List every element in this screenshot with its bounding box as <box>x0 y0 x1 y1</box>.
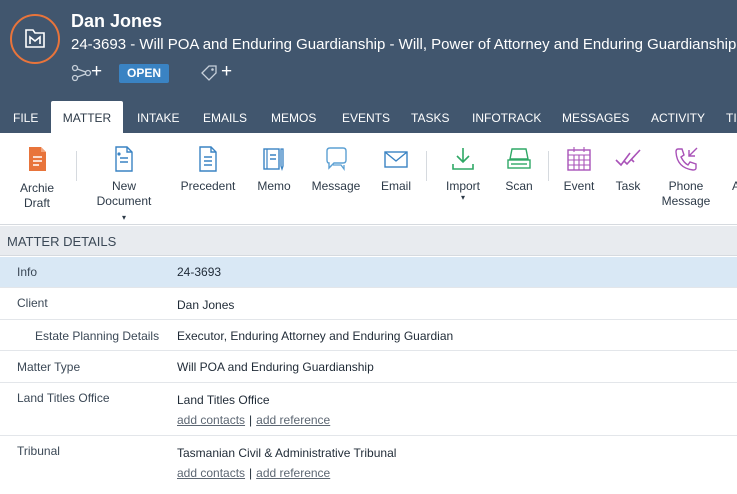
detail-value: Dan Jones <box>177 298 235 312</box>
precedent-button[interactable]: Precedent <box>177 133 239 225</box>
client-name: Dan Jones <box>71 11 163 31</box>
detail-links: add contacts | add reference <box>177 466 330 480</box>
email-icon <box>384 151 408 168</box>
phone-message-button[interactable]: Phone Message <box>656 133 716 225</box>
phone-message-icon <box>675 147 698 171</box>
import-dropdown-icon[interactable]: ▾ <box>436 193 490 202</box>
new-document-icon <box>115 146 133 172</box>
section-title: MATTER DETAILS <box>7 234 117 249</box>
precedent-label: Precedent <box>180 179 236 193</box>
relationship-icon[interactable] <box>71 64 93 82</box>
import-button[interactable]: Import ▾ <box>436 133 490 225</box>
detail-value: Land Titles Office <box>177 393 270 407</box>
detail-label: Land Titles Office <box>17 391 110 405</box>
tab-emails[interactable]: EMAILS <box>203 101 247 133</box>
detail-value: Executor, Enduring Attorney and Enduring… <box>177 329 454 343</box>
matter-title: 24-3693 - Will POA and Enduring Guardian… <box>71 36 737 53</box>
matter-avatar[interactable] <box>10 14 60 64</box>
detail-label: Info <box>17 265 38 279</box>
tab-memos[interactable]: MEMOS <box>271 101 316 133</box>
event-label: Event <box>563 179 595 193</box>
detail-links: add contacts | add reference <box>177 413 330 427</box>
task-button[interactable]: Task <box>608 133 648 225</box>
tab-tasks[interactable]: TASKS <box>411 101 449 133</box>
link-separator: | <box>249 413 253 427</box>
detail-row-tribunal[interactable]: Tribunal Tasmanian Civil & Administrativ… <box>0 436 737 494</box>
tab-bar: FILE MATTER INTAKE EMAILS MEMOS EVENTS T… <box>0 101 737 133</box>
detail-row-estate-planning[interactable]: Estate Planning Details Executor, Enduri… <box>0 320 737 351</box>
new-document-button[interactable]: New Document ▾ <box>88 133 160 225</box>
ribbon-divider <box>426 151 427 181</box>
detail-value: 24-3693 <box>177 265 222 279</box>
add-relationship-icon[interactable]: + <box>91 62 102 82</box>
add-contacts-link[interactable]: add contacts <box>177 466 245 480</box>
ribbon-overflow-button[interactable]: A <box>728 133 737 225</box>
event-button[interactable]: Event <box>556 133 602 225</box>
tab-intake[interactable]: INTAKE <box>137 101 179 133</box>
matter-header: Dan Jones 24-3693 - Will POA and Endurin… <box>0 0 737 133</box>
detail-label: Client <box>17 296 48 310</box>
tab-events[interactable]: EVENTS <box>342 101 390 133</box>
detail-row-land-titles[interactable]: Land Titles Office Land Titles Office ad… <box>0 383 737 436</box>
tab-messages[interactable]: MESSAGES <box>562 101 629 133</box>
ribbon-overflow-label: A <box>732 179 737 193</box>
scan-label: Scan <box>505 179 533 193</box>
import-icon <box>452 148 474 170</box>
memo-icon <box>263 148 284 172</box>
tab-activity[interactable]: ACTIVITY <box>651 101 705 133</box>
link-separator: | <box>249 466 253 480</box>
detail-label: Matter Type <box>17 360 81 374</box>
message-button[interactable]: Message <box>308 133 364 225</box>
status-badge[interactable]: OPEN <box>119 64 169 83</box>
email-label: Email <box>380 179 411 193</box>
tab-matter[interactable]: MATTER <box>51 101 123 133</box>
ribbon-toolbar: Archie Draft New Document ▾ Precedent Me… <box>0 133 737 225</box>
add-tag-icon[interactable]: + <box>221 62 232 82</box>
phone-message-label: Phone Message <box>661 179 711 208</box>
message-icon <box>326 147 347 171</box>
add-reference-link[interactable]: add reference <box>256 466 330 480</box>
add-contacts-link[interactable]: add contacts <box>177 413 245 427</box>
ribbon-divider <box>76 151 77 181</box>
archie-draft-label: Archie Draft <box>19 181 54 210</box>
task-label: Task <box>615 179 641 193</box>
matter-details-header[interactable]: MATTER DETAILS <box>0 226 737 256</box>
detail-value: Tasmanian Civil & Administrative Tribuna… <box>177 446 397 460</box>
archie-draft-icon <box>29 147 46 171</box>
scan-button[interactable]: Scan <box>496 133 542 225</box>
memo-label: Memo <box>257 179 291 193</box>
ribbon-divider <box>548 151 549 181</box>
message-label: Message <box>311 179 361 193</box>
detail-row-info[interactable]: Info 24-3693 <box>0 257 737 288</box>
add-reference-link[interactable]: add reference <box>256 413 330 427</box>
email-button[interactable]: Email <box>374 133 418 225</box>
matter-folder-icon <box>25 29 45 48</box>
detail-value: Will POA and Enduring Guardianship <box>177 360 374 374</box>
task-icon <box>615 149 641 167</box>
tag-icon[interactable] <box>198 64 220 82</box>
archie-draft-button[interactable]: Archie Draft <box>12 133 62 225</box>
scan-icon <box>507 148 531 169</box>
tab-infotrack[interactable]: INFOTRACK <box>472 101 541 133</box>
detail-row-matter-type[interactable]: Matter Type Will POA and Enduring Guardi… <box>0 351 737 383</box>
new-document-label: New Document ▾ <box>96 179 152 222</box>
calendar-icon <box>567 147 591 171</box>
detail-label: Estate Planning Details <box>35 329 160 343</box>
import-label: Import <box>445 179 480 193</box>
detail-label: Tribunal <box>17 444 60 458</box>
precedent-icon <box>199 146 217 172</box>
tab-file[interactable]: FILE <box>13 101 38 133</box>
tab-overflow[interactable]: TI <box>726 101 737 133</box>
detail-row-client[interactable]: Client Dan Jones <box>0 288 737 320</box>
memo-button[interactable]: Memo <box>250 133 298 225</box>
